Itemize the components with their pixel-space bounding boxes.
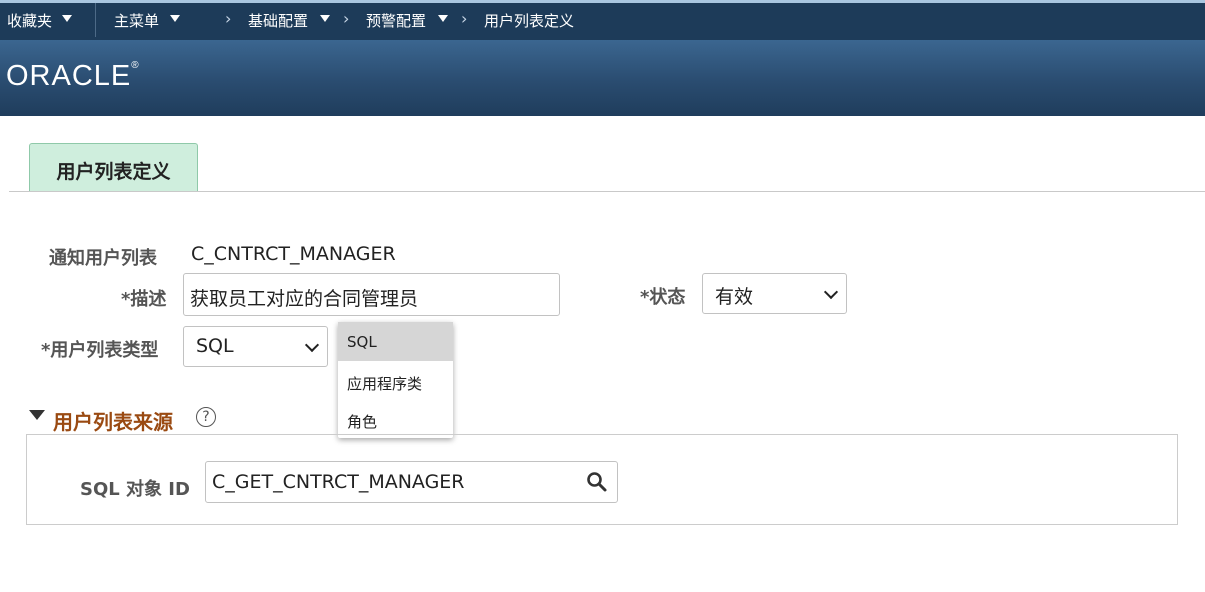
status-value: 有效	[715, 286, 754, 308]
sql-object-id-value: C_GET_CNTRCT_MANAGER	[212, 471, 465, 493]
oracle-logo: ORACLE®	[6, 60, 140, 93]
breadcrumb-chevron-icon: ›	[343, 9, 350, 28]
tab-underline	[9, 191, 1205, 192]
registered-mark: ®	[131, 60, 140, 71]
dropdown-option-app-class[interactable]: 应用程序类	[338, 362, 453, 401]
favorites-menu[interactable]: 收藏夹	[7, 10, 52, 31]
list-type-label: *用户列表类型	[41, 340, 159, 361]
main-menu[interactable]: 主菜单	[114, 10, 159, 31]
description-label: *描述	[121, 289, 167, 310]
dropdown-option-sql[interactable]: SQL	[338, 322, 453, 361]
notify-list-label: 通知用户列表	[49, 248, 157, 269]
breadcrumb-basic-config[interactable]: 基础配置	[248, 10, 308, 31]
section-title[interactable]: 用户列表来源	[53, 406, 173, 435]
breadcrumb-user-list-def: 用户列表定义	[484, 12, 575, 30]
breadcrumb-alert-config-caret-icon[interactable]	[438, 15, 448, 22]
main-menu-caret-icon[interactable]	[170, 15, 180, 22]
breadcrumb-chevron-icon: ›	[461, 9, 468, 28]
search-icon[interactable]	[586, 471, 608, 493]
breadcrumb-basic-config-caret-icon[interactable]	[320, 15, 330, 22]
sql-object-id-label: SQL 对象 ID	[80, 479, 190, 500]
breadcrumb-chevron-icon: ›	[225, 9, 232, 28]
notify-list-value: C_CNTRCT_MANAGER	[191, 243, 396, 265]
list-type-value: SQL	[196, 335, 234, 357]
breadcrumb-alert-config[interactable]: 预警配置	[366, 10, 426, 31]
list-type-dropdown: SQL 应用程序类 角色	[338, 322, 453, 438]
top-nav-bar	[0, 0, 1205, 40]
help-icon[interactable]: ?	[196, 407, 216, 427]
favorites-caret-icon[interactable]	[62, 15, 72, 22]
oracle-logo-text: ORACLE	[6, 60, 132, 92]
tab-label: 用户列表定义	[56, 161, 171, 183]
description-value: 获取员工对应的合同管理员	[190, 288, 419, 310]
brand-banner	[0, 40, 1205, 116]
status-label: *状态	[640, 287, 686, 308]
collapse-triangle-icon[interactable]	[29, 410, 45, 420]
nav-divider	[95, 3, 96, 37]
